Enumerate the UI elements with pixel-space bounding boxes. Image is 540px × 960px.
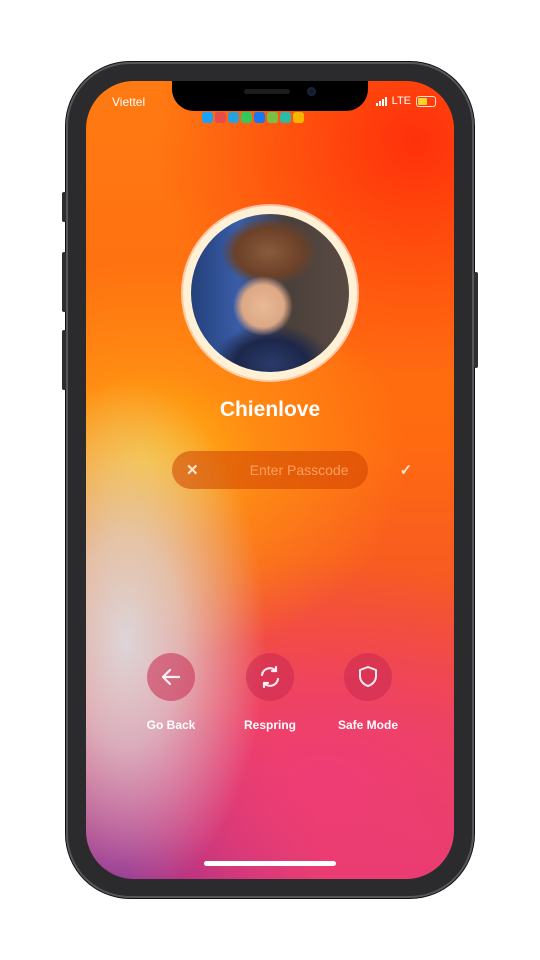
refresh-icon — [260, 665, 280, 689]
earpiece-speaker — [244, 89, 290, 94]
go-back-button[interactable]: Go Back — [116, 653, 226, 732]
close-icon[interactable]: ✕ — [186, 461, 199, 479]
shield-icon — [359, 666, 377, 687]
power-button — [474, 272, 478, 368]
mail-icon — [215, 112, 226, 123]
lock-screen: Viettel LTE Chienlove ✕ ✓ Go Back Respri… — [86, 81, 454, 879]
respring-circle[interactable] — [246, 653, 294, 701]
respring-button[interactable]: Respring — [215, 653, 325, 732]
status-indicators: LTE — [375, 95, 436, 107]
front-camera — [307, 87, 316, 96]
signal-icon — [375, 96, 387, 106]
home-indicator[interactable] — [204, 861, 336, 866]
passcode-input[interactable] — [206, 461, 392, 479]
go-back-circle[interactable] — [147, 653, 195, 701]
twitter-icon — [202, 112, 213, 123]
volume-up-button — [62, 252, 66, 312]
checkmark-icon[interactable]: ✓ — [400, 461, 413, 479]
photos-icon — [293, 112, 304, 123]
safe-mode-circle[interactable] — [344, 653, 392, 701]
arrow-left-icon — [161, 668, 181, 686]
safe-mode-label: Safe Mode — [337, 718, 398, 732]
wechat-icon — [267, 112, 278, 123]
network-label: LTE — [391, 95, 411, 107]
telegram-icon — [228, 112, 239, 123]
silent-switch — [62, 192, 66, 222]
passcode-field: ✕ ✓ — [172, 451, 412, 489]
carrier-label: Viettel — [112, 95, 146, 109]
go-back-label: Go Back — [146, 718, 196, 732]
volume-down-button — [62, 330, 66, 390]
avatar-ring — [183, 206, 357, 380]
facebook-icon — [254, 112, 265, 123]
safe-mode-button[interactable]: Safe Mode — [313, 653, 423, 732]
messages-icon — [241, 112, 252, 123]
notch — [172, 81, 368, 111]
user-name: Chienlove — [219, 398, 321, 421]
maps-icon — [280, 112, 291, 123]
notification-icons — [202, 112, 304, 123]
battery-icon — [416, 95, 436, 107]
avatar — [191, 214, 349, 372]
battery-fill — [418, 97, 427, 105]
respring-label: Respring — [243, 718, 296, 732]
